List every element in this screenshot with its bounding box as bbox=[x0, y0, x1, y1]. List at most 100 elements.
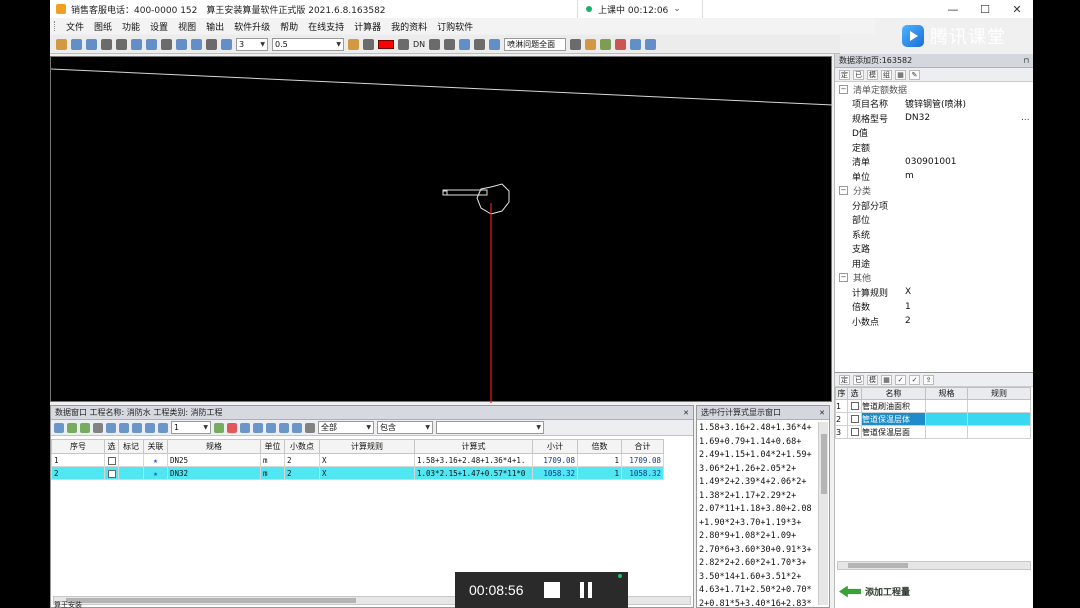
copy-icon[interactable] bbox=[266, 422, 276, 433]
delete-icon[interactable] bbox=[227, 422, 237, 433]
property-row[interactable]: 部位 bbox=[835, 213, 1033, 228]
column-header[interactable]: 倍数 bbox=[577, 439, 622, 454]
dn-label[interactable]: DN bbox=[413, 40, 425, 49]
pipe-tool-icon[interactable] bbox=[444, 38, 456, 50]
property-category[interactable]: − 清单定额数据 bbox=[835, 82, 1033, 97]
table-icon[interactable] bbox=[158, 422, 168, 433]
menu-item-output[interactable]: 输出 bbox=[201, 20, 229, 33]
cell-mark[interactable] bbox=[118, 466, 144, 480]
scissors-icon[interactable] bbox=[615, 38, 627, 50]
paste-icon[interactable] bbox=[279, 422, 289, 433]
property-row[interactable]: 系统 bbox=[835, 227, 1033, 242]
column-header[interactable]: 计算式 bbox=[414, 439, 533, 454]
formula-text[interactable]: 1.58+3.16+2.48+1.36*4+ 1.69+0.79+1.14+0.… bbox=[699, 422, 817, 608]
column-header[interactable]: 单位 bbox=[260, 439, 285, 454]
check-all-icon[interactable] bbox=[80, 422, 90, 433]
fit-view-icon[interactable] bbox=[221, 38, 232, 50]
layer-icon[interactable] bbox=[348, 38, 359, 50]
filter-icon[interactable] bbox=[240, 422, 250, 433]
property-row[interactable]: 用途 bbox=[835, 256, 1033, 271]
property-category[interactable]: − 分类 bbox=[835, 184, 1033, 199]
brush-icon[interactable] bbox=[398, 38, 409, 50]
match-mode-combo[interactable]: 包含 ▼ bbox=[377, 421, 433, 434]
column-header[interactable]: 序号 bbox=[51, 439, 105, 454]
cell-rule[interactable]: X bbox=[319, 453, 415, 467]
info-icon[interactable] bbox=[106, 422, 116, 433]
column-header[interactable]: 小数点 bbox=[284, 439, 320, 454]
table-row-selected[interactable]: 2 ★ DN32 m 2 X 1.03*2.15+1.47+0.57*11*0 … bbox=[51, 466, 664, 480]
column-header[interactable]: 选 bbox=[104, 439, 119, 454]
tool-done-button[interactable]: 已 bbox=[853, 374, 864, 385]
search-input[interactable]: ▼ bbox=[436, 421, 544, 434]
scroll-thumb[interactable] bbox=[848, 563, 908, 568]
cell-spec[interactable]: DN32 bbox=[167, 466, 261, 480]
row-name[interactable]: 管道保温层面 bbox=[861, 425, 926, 439]
dash-line-icon[interactable] bbox=[161, 38, 172, 50]
link-star-icon[interactable]: ★ bbox=[143, 466, 168, 480]
property-category[interactable]: − 其他 bbox=[835, 271, 1033, 286]
property-row[interactable]: 项目名称 镀锌钢管(喷淋) bbox=[835, 97, 1033, 112]
tool-fix-button[interactable]: 定 bbox=[839, 374, 850, 385]
menu-item-order[interactable]: 订购软件 bbox=[432, 20, 478, 33]
minimize-button[interactable]: — bbox=[937, 0, 969, 18]
cell-multiple[interactable]: 1 bbox=[577, 466, 622, 480]
tool-model-button[interactable]: 模 bbox=[867, 69, 878, 80]
list-row-selected[interactable]: 2 管道保温层体 bbox=[835, 412, 1031, 426]
array-icon[interactable] bbox=[459, 38, 471, 50]
matrix-icon[interactable] bbox=[474, 38, 486, 50]
property-row[interactable]: 倍数 1 bbox=[835, 300, 1033, 315]
column-header[interactable]: 名称 bbox=[861, 387, 926, 400]
sort-icon[interactable] bbox=[145, 422, 155, 433]
property-row[interactable]: 分部分项 bbox=[835, 198, 1033, 213]
link-star-icon[interactable]: ★ bbox=[143, 453, 168, 467]
row-checkbox[interactable] bbox=[850, 402, 859, 410]
row-checkbox[interactable] bbox=[850, 428, 859, 436]
property-row[interactable]: 清单 030901001 bbox=[835, 155, 1033, 170]
cell-decimals[interactable]: 2 bbox=[284, 466, 320, 480]
filter-scope-combo[interactable]: 全部 ▼ bbox=[318, 421, 374, 434]
help-icon[interactable] bbox=[645, 38, 657, 50]
tool-group-button[interactable]: 组 bbox=[881, 69, 892, 80]
cell-decimals[interactable]: 2 bbox=[284, 453, 320, 467]
column-header[interactable]: 规则 bbox=[967, 387, 1031, 400]
scroll-thumb[interactable] bbox=[821, 434, 827, 494]
tool-fix-button[interactable]: 定 bbox=[839, 69, 850, 80]
column-header[interactable]: 小计 bbox=[532, 439, 578, 454]
list-horizontal-scrollbar[interactable] bbox=[837, 561, 1031, 570]
color-swatch[interactable] bbox=[378, 39, 394, 49]
confirm-icon[interactable] bbox=[214, 422, 224, 433]
crosshair-icon[interactable] bbox=[146, 38, 157, 50]
row-checkbox[interactable] bbox=[107, 469, 116, 478]
zoom-extents-icon[interactable] bbox=[86, 38, 97, 50]
window-icon[interactable] bbox=[630, 38, 642, 50]
close-button[interactable]: ✕ bbox=[1001, 0, 1033, 18]
snap-icon[interactable] bbox=[176, 38, 187, 50]
cell-multiple[interactable]: 1 bbox=[577, 453, 622, 467]
menu-item-settings[interactable]: 设置 bbox=[145, 20, 173, 33]
binoculars-icon[interactable] bbox=[305, 422, 315, 433]
count-combo[interactable]: 1 ▼ bbox=[171, 421, 211, 434]
find-icon[interactable] bbox=[570, 38, 582, 50]
redo-icon[interactable] bbox=[116, 38, 127, 50]
property-row[interactable]: D值 bbox=[835, 126, 1033, 141]
scale-combo[interactable]: 0.5 ▼ bbox=[272, 37, 344, 51]
column-header[interactable]: 关联 bbox=[143, 439, 168, 454]
pin-icon[interactable]: ⊓ bbox=[1024, 57, 1033, 65]
row-checkbox[interactable] bbox=[850, 415, 859, 423]
line-width-combo[interactable]: 3 ▼ bbox=[236, 37, 268, 51]
column-header[interactable]: 合计 bbox=[621, 439, 664, 454]
home-icon[interactable] bbox=[56, 38, 67, 50]
formula-vertical-scrollbar[interactable] bbox=[818, 422, 828, 605]
column-header[interactable]: 标记 bbox=[118, 439, 144, 454]
cell-rule[interactable]: X bbox=[319, 466, 415, 480]
row-name[interactable]: 管道保温层体 bbox=[861, 412, 926, 426]
row-rule[interactable] bbox=[967, 399, 1031, 413]
layer-combo[interactable]: 喷淋问题全面 bbox=[504, 37, 567, 51]
drawing-canvas[interactable] bbox=[50, 56, 833, 403]
add-quantity-button[interactable]: 添加工程量 bbox=[839, 585, 910, 598]
menu-item-my-profile[interactable]: 我的资料 bbox=[386, 20, 432, 33]
row-spec[interactable] bbox=[925, 425, 968, 439]
row-rule[interactable] bbox=[967, 412, 1031, 426]
pause-button[interactable] bbox=[579, 582, 592, 598]
row-name[interactable]: 管道刷油面积 bbox=[861, 399, 926, 413]
